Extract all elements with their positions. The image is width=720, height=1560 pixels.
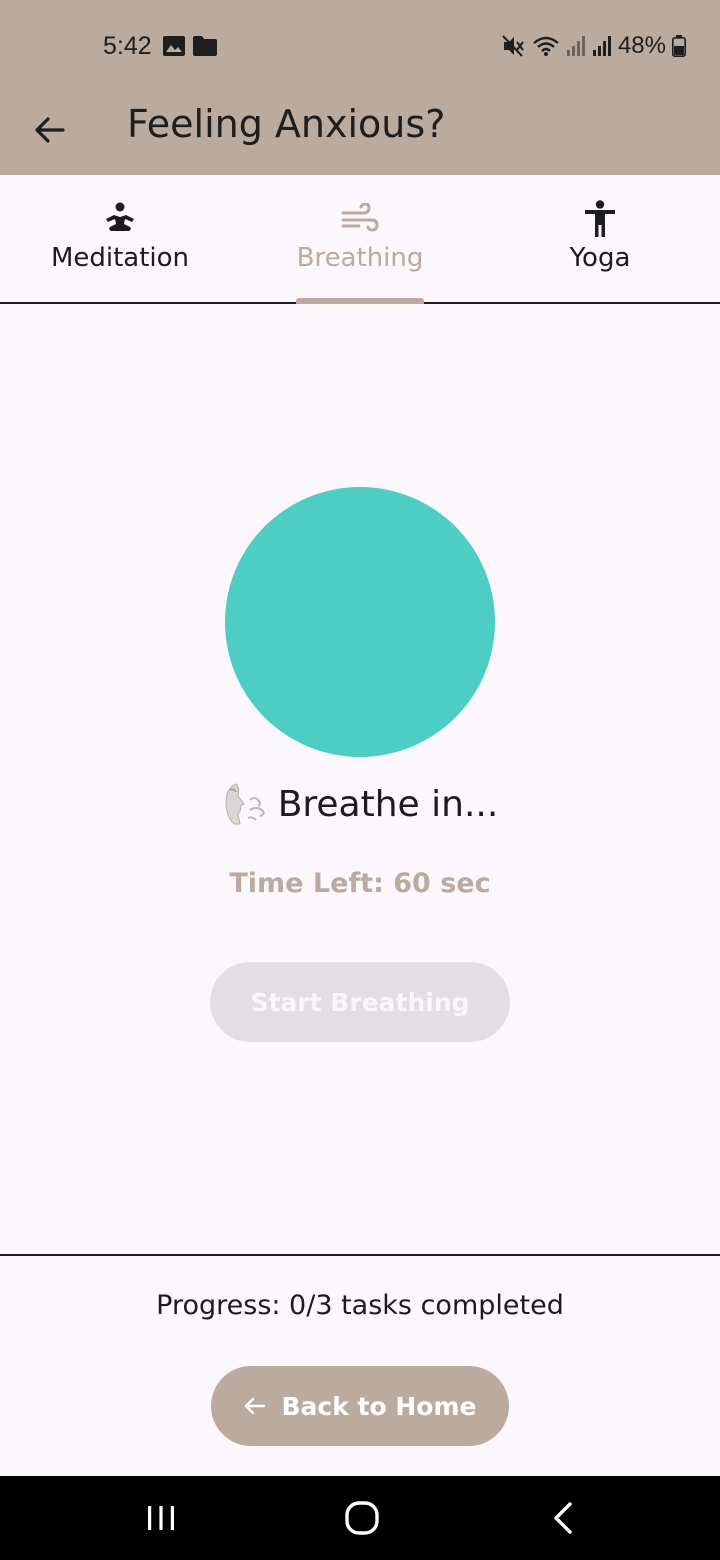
back-to-home-label: Back to Home [281,1391,477,1421]
system-nav-bar [0,1476,720,1560]
signal-icon [592,36,611,56]
tab-bar: Meditation Breathing Yoga [0,175,720,304]
app-bar: Feeling Anxious? [0,90,720,175]
divider [0,1254,720,1256]
tab-yoga[interactable]: Yoga [480,175,720,302]
arrow-left-icon [245,1397,266,1415]
tab-label: Meditation [50,243,190,273]
accessibility-icon [580,199,620,239]
folder-icon [193,36,217,56]
tab-meditation[interactable]: Meditation [0,175,240,302]
signal-icon [566,36,585,56]
breathing-circle [225,487,495,757]
progress-text: Progress: 0/3 tasks completed [156,1290,564,1321]
mute-icon [502,35,524,57]
breathe-instruction: Breathe in... [277,783,499,825]
breathe-instruction-row: Breathe in... [0,780,720,828]
tab-label: Breathing [296,243,424,273]
status-right: 48% [502,32,686,60]
back-icon[interactable] [544,1498,584,1538]
tab-breathing[interactable]: Breathing [240,175,480,302]
battery-percent: 48% [617,32,666,59]
recent-apps-icon[interactable] [141,1498,181,1538]
image-icon [163,36,185,56]
status-time: 5:42 [103,32,152,60]
status-left-icons [163,36,217,56]
status-bar: 5:42 48% [0,0,720,90]
air-icon [340,199,380,239]
start-breathing-button[interactable]: Start Breathing [210,962,510,1042]
arrow-left-icon[interactable] [30,110,70,150]
battery-icon [672,35,686,57]
meditation-icon [100,199,140,239]
face-exhaling-icon [225,783,265,825]
tab-label: Yoga [569,243,631,273]
home-icon[interactable] [342,1498,382,1538]
time-left-label: Time Left: 60 sec [229,868,491,899]
wifi-icon [533,36,559,56]
tab-indicator [296,298,424,304]
page-title: Feeling Anxious? [127,102,446,146]
back-to-home-button[interactable]: Back to Home [211,1366,509,1446]
